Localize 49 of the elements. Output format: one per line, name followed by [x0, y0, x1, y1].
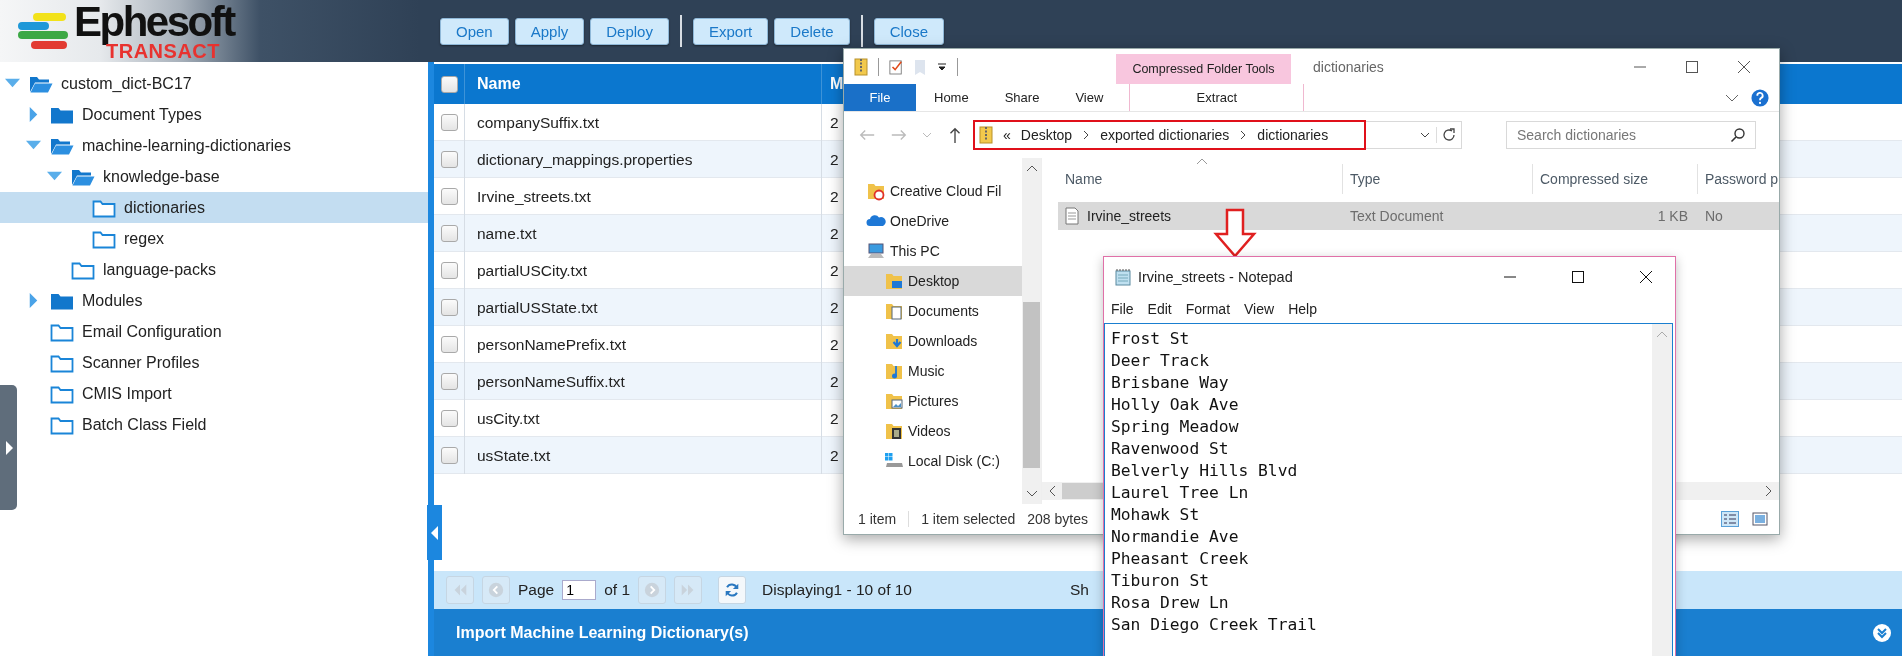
table-cell: usCity.txt	[465, 400, 822, 437]
table-cell: Irvine_streets.txt	[465, 178, 822, 215]
text-line: Spring Meadow	[1111, 416, 1239, 438]
file-password: No	[1704, 208, 1724, 224]
context-tab-group: Compressed Folder Tools	[1116, 54, 1291, 84]
table-cell-text: 2	[829, 150, 840, 169]
table-cell-text: 2	[829, 298, 840, 317]
text-line: Belverly Hills Blvd	[1111, 460, 1298, 482]
table-cell-text: 2	[829, 409, 840, 428]
table-cell: partialUSState.txt	[465, 289, 822, 326]
table-cell: partialUSCity.txt	[465, 252, 822, 289]
table-cell-text: 2	[829, 113, 840, 132]
window-title: Irvine_streets - Notepad	[1138, 269, 1293, 285]
table-cell-text: 2	[829, 335, 840, 354]
text-line: Frost St	[1111, 328, 1190, 350]
display-summary: Displaying1 - 10 of 10	[762, 581, 912, 599]
table-cell-text: 2	[829, 187, 840, 206]
table-cell: personNamePrefix.txt	[465, 326, 822, 363]
text-line: Rosa Drew Ln	[1111, 592, 1229, 614]
text-line: San Diego Creek Trail	[1111, 614, 1317, 636]
page-count: of 1	[604, 581, 631, 599]
file-size: 1 KB	[1656, 208, 1689, 224]
text-line: Deer Track	[1111, 350, 1210, 372]
table-cell-text: 2	[829, 446, 840, 465]
text-line: Mohawk St	[1111, 504, 1200, 526]
table-cell: name.txt	[465, 215, 822, 252]
panel-title: Import Machine Learning Dictionary(s)	[456, 623, 749, 642]
status-text: 1 item	[858, 511, 897, 527]
table-cell-text: 2	[829, 261, 840, 280]
text-line: Tiburon St	[1111, 570, 1210, 592]
table-cell-text: 2	[829, 224, 840, 243]
text-line: Holly Oak Ave	[1111, 394, 1239, 416]
text-line: Pheasant Creek	[1111, 548, 1249, 570]
file-type: Text Document	[1349, 208, 1445, 224]
table-cell: companySuffix.txt	[465, 104, 822, 141]
status-text: 208 bytes	[1027, 511, 1088, 527]
status-text: 1 item selected	[921, 511, 1016, 527]
table-cell: personNameSuffix.txt	[465, 363, 822, 400]
file-name: Irvine_streets	[1058, 207, 1343, 225]
table-cell-text: 2	[829, 372, 840, 391]
text-line: Normandie Ave	[1111, 526, 1239, 548]
table-cell: dictionary_mappings.properties	[465, 141, 822, 178]
page-label: Page	[518, 581, 555, 599]
text-line: Ravenwood St	[1111, 438, 1229, 460]
window-title: dictionaries	[1313, 58, 1384, 75]
table-cell: usState.txt	[465, 437, 822, 474]
pager-text: Sh	[1070, 581, 1089, 599]
text-line: Brisbane Way	[1111, 372, 1229, 394]
text-line: Laurel Tree Ln	[1111, 482, 1249, 504]
